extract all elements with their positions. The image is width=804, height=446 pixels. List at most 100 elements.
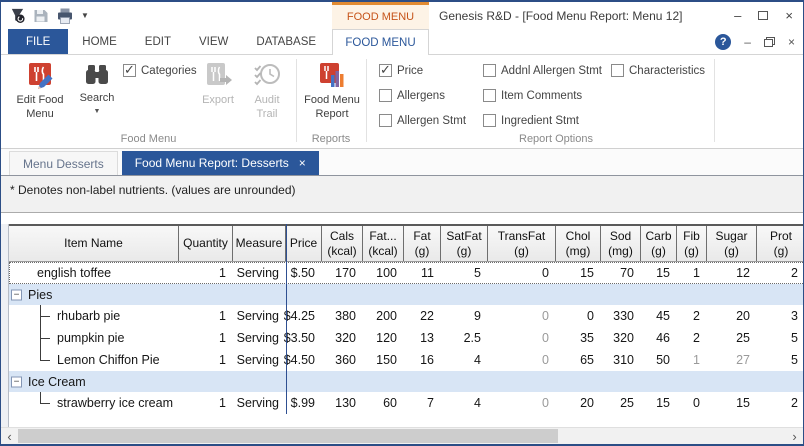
column-header-fib[interactable]: Fib (g) [677, 226, 707, 261]
checkbox-icon [611, 64, 624, 77]
checkbox-allergen-stmt[interactable]: Allergen Stmt [379, 114, 466, 127]
cell-fib: 2 [693, 331, 700, 345]
column-header-label: Price [289, 236, 318, 251]
column-header-satfat[interactable]: SatFat (g) [441, 226, 488, 261]
maximize-button[interactable] [758, 11, 769, 20]
mdi-window-controls: ? – × [715, 29, 795, 54]
food-menu-report-button[interactable]: Food Menu Report [302, 59, 362, 135]
cell-fat-cals: 120 [376, 331, 397, 345]
audit-trail-label: Audit Trail [254, 94, 280, 120]
mdi-close-button[interactable]: × [788, 36, 795, 48]
menu-item-row-english-toffee[interactable]: english toffee 1 Serving $.50 170 100 11 5 0 15 70… [9, 262, 803, 284]
tree-branch-line [40, 316, 50, 317]
app-logo-icon[interactable] [9, 7, 26, 24]
checkbox-allergens[interactable]: Allergens [379, 89, 466, 102]
menu-item-row-lemon-chiffon-pie[interactable]: Lemon Chiffon Pie 1 Serving $4.50 360 150 16 4 0… [9, 349, 803, 371]
checkbox-addnl-allergen-stmt[interactable]: Addnl Allergen Stmt [483, 64, 602, 77]
category-row-ice-cream[interactable]: − Ice Cream [9, 371, 803, 392]
column-header-chol[interactable]: Chol (mg) [556, 226, 601, 261]
document-tab-close-icon[interactable]: × [299, 157, 306, 169]
cell-chol: 20 [580, 396, 594, 410]
category-label: Ice Cream [28, 374, 86, 389]
ribbon-tab-view[interactable]: VIEW [185, 29, 242, 54]
column-header-fat-cals[interactable]: Fat... (kcal) [363, 226, 404, 261]
search-button[interactable]: Search ▼ [73, 59, 121, 135]
ribbon-tab-database[interactable]: DATABASE [242, 29, 330, 54]
checkbox-icon [123, 62, 136, 78]
scroll-right-arrow[interactable]: › [786, 428, 803, 444]
document-tab-menu-desserts[interactable]: Menu Desserts [9, 151, 118, 175]
column-header-measure[interactable]: Measure [233, 226, 286, 261]
food-menu-report-icon [320, 63, 344, 87]
column-header-unit: (g) [773, 243, 789, 258]
cell-measure: Serving [236, 353, 279, 367]
collapse-icon[interactable]: − [11, 376, 22, 387]
mdi-restore-button[interactable] [763, 36, 775, 47]
column-header-label: Fat [413, 229, 431, 244]
ribbon-tab-food-menu[interactable]: FOOD MENU [332, 29, 429, 55]
column-header-cals[interactable]: Cals (kcal) [322, 226, 363, 261]
mdi-minimize-button[interactable]: – [744, 36, 751, 48]
document-tab-food-menu-report-desserts[interactable]: Food Menu Report: Desserts × [121, 151, 319, 175]
cell-measure: Serving [236, 331, 279, 345]
cell-fib: 1 [693, 353, 700, 367]
menu-item-row-pumpkin-pie[interactable]: pumpkin pie 1 Serving $3.50 320 120 13 2.5 0 35 32… [9, 327, 803, 349]
checkbox-ingredient-stmt[interactable]: Ingredient Stmt [483, 114, 602, 127]
column-header-prot[interactable]: Prot (g) [757, 226, 803, 261]
minimize-button[interactable]: – [734, 9, 741, 22]
scrollbar-thumb[interactable] [18, 429, 558, 443]
ribbon-tab-file[interactable]: FILE [8, 29, 69, 54]
column-header-carb[interactable]: Carb (g) [641, 226, 677, 261]
column-header-item-name[interactable]: Item Name [9, 226, 179, 261]
column-header-label: SatFat [446, 229, 482, 244]
menu-item-row-strawberry-ice-cream[interactable]: strawberry ice cream 1 Serving $.99 130 60 7 4 0… [9, 392, 803, 414]
scroll-left-arrow[interactable]: ‹ [1, 428, 18, 444]
cell-transfat: 0 [542, 396, 549, 410]
column-header-fat[interactable]: Fat (g) [404, 226, 441, 261]
cell-sugar: 12 [736, 266, 750, 280]
cell-cals: 130 [335, 396, 356, 410]
categories-checkbox[interactable]: Categories [123, 62, 197, 78]
edit-food-menu-button[interactable]: Edit Food Menu [9, 59, 71, 135]
checkbox-categories[interactable]: Categories [123, 62, 197, 78]
cell-satfat: 4 [474, 353, 481, 367]
save-icon[interactable] [33, 8, 49, 24]
help-button[interactable]: ? [715, 33, 732, 50]
checkbox-characteristics[interactable]: Characteristics [611, 64, 705, 77]
checkbox-item-comments[interactable]: Item Comments [483, 89, 602, 102]
cell-fat: 16 [420, 353, 434, 367]
ribbon-tab-edit[interactable]: EDIT [131, 29, 185, 54]
food-menu-group-label: Food Menu [120, 133, 177, 145]
cell-chol: 15 [580, 266, 594, 280]
column-header-unit: (kcal) [327, 243, 357, 258]
column-header-transfat[interactable]: TransFat (g) [488, 226, 556, 261]
cell-sod: 310 [613, 353, 634, 367]
checkbox-label: Characteristics [629, 64, 706, 77]
checkbox-icon [483, 64, 496, 77]
grid-header-row: Item Name Quantity Measure Price Cals (kcal) F… [9, 224, 803, 262]
close-button[interactable]: × [785, 9, 793, 22]
item-name-text: english toffee [37, 266, 112, 280]
ribbon-tab-home[interactable]: HOME [68, 29, 131, 54]
quick-access-toolbar: ▼ [9, 2, 89, 29]
cell-fat: 22 [420, 309, 434, 323]
column-header-sod[interactable]: Sod (mg) [601, 226, 641, 261]
cell-carb: 45 [656, 309, 670, 323]
cell-transfat: 0 [542, 309, 549, 323]
report-options-group-label: Report Options [519, 133, 593, 145]
export-icon [207, 63, 232, 85]
cell-cals: 360 [335, 353, 356, 367]
cell-satfat: 4 [474, 396, 481, 410]
category-row-pies[interactable]: − Pies [9, 284, 803, 305]
column-header-price[interactable]: Price [286, 226, 322, 261]
checkbox-icon [483, 114, 496, 127]
collapse-icon[interactable]: − [11, 289, 22, 300]
print-icon[interactable] [56, 8, 74, 24]
qat-dropdown-icon[interactable]: ▼ [81, 11, 89, 20]
menu-item-row-rhubarb-pie[interactable]: rhubarb pie 1 Serving $4.25 380 200 22 9 0 0 330 45… [9, 305, 803, 327]
column-header-quantity[interactable]: Quantity [179, 226, 233, 261]
ribbon-tab-bar: ? – × FILE HOME EDIT VIEW DATABASE FOOD MENU [1, 29, 803, 55]
column-header-sugar[interactable]: Sugar (g) [707, 226, 757, 261]
checkbox-price[interactable]: Price [379, 62, 466, 78]
column-header-unit: (g) [724, 243, 739, 258]
